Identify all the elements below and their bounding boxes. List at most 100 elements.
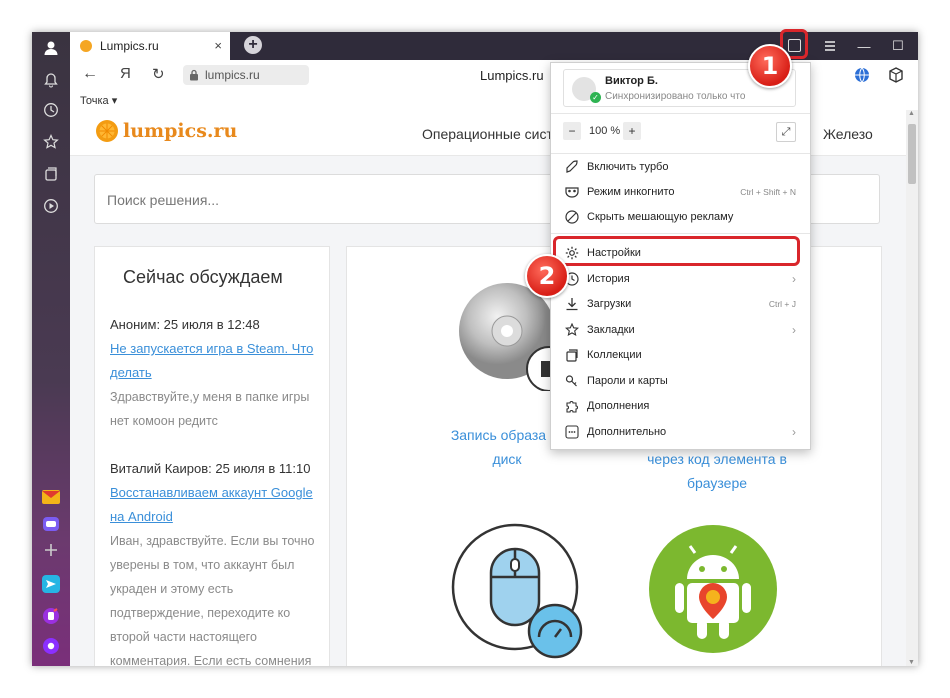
close-window-button[interactable]: ✕	[916, 32, 918, 60]
menu-item-label: Загрузки	[587, 298, 632, 310]
submenu-arrow-icon: ›	[792, 425, 796, 439]
key-icon	[564, 373, 580, 389]
article-link[interactable]: диск	[437, 447, 577, 471]
minimize-button[interactable]: —	[846, 32, 882, 60]
add-panel-icon[interactable]	[41, 540, 61, 560]
menu-item-label: Скрыть мешающую рекламу	[587, 211, 734, 223]
comment-link[interactable]: на Android	[110, 505, 320, 529]
menu-item-block-ads[interactable]: Скрыть мешающую рекламу	[551, 205, 810, 229]
menu-item-incognito[interactable]: Режим инкогнито Ctrl + Shift + N	[551, 180, 810, 204]
menu-item-history[interactable]: История ›	[551, 267, 810, 291]
alice-app-icon[interactable]	[41, 606, 61, 626]
yandex-button[interactable]: Я	[120, 65, 131, 82]
comment-link[interactable]: Не запускается игра в Steam. Что	[110, 337, 320, 361]
profile-icon[interactable]	[41, 38, 61, 58]
notifications-bell-icon[interactable]	[41, 70, 61, 90]
reload-icon[interactable]: ↻	[152, 65, 165, 83]
menu-item-extensions[interactable]: Дополнения	[551, 394, 810, 418]
new-tab-button[interactable]: +	[244, 36, 262, 54]
menu-item-label: Включить турбо	[587, 161, 669, 173]
menu-hamburger-icon[interactable]	[820, 36, 840, 56]
menu-item-label: Дополнительно	[587, 426, 667, 438]
comment-body: второй части настоящего	[110, 630, 257, 644]
incognito-mask-icon	[564, 184, 580, 200]
comment-body: подтверждение, переходите ко	[110, 606, 291, 620]
article-link[interactable]: браузере	[637, 471, 797, 495]
profile-name: Виктор Б.	[605, 75, 658, 87]
article-link[interactable]: через код элемента в	[637, 447, 797, 471]
maximize-button[interactable]: ☐	[880, 32, 916, 60]
comment-body: уверены в том, что аккаунт был	[110, 558, 295, 572]
comment-body: украден и этому есть	[110, 582, 234, 596]
submenu-arrow-icon: ›	[792, 323, 796, 337]
url-text: lumpics.ru	[205, 68, 260, 82]
lock-icon	[189, 69, 199, 81]
tab-close-icon[interactable]: ×	[214, 38, 222, 53]
comment-link[interactable]: делать	[110, 361, 320, 385]
zoom-control: − 100 % + ⤢	[563, 122, 796, 144]
profile-sync-status: Синхронизировано только что	[605, 91, 746, 102]
menu-item-label: Дополнения	[587, 400, 650, 412]
scroll-up-icon[interactable]: ▲	[908, 110, 915, 117]
android-image-icon[interactable]	[647, 523, 779, 660]
menu-item-label: Режим инкогнито	[587, 186, 675, 198]
nav-hardware[interactable]: Железо	[823, 126, 873, 142]
orange-logo-icon	[96, 120, 118, 142]
menu-item-label: История	[587, 273, 630, 285]
tab-lumpics[interactable]: Lumpics.ru ×	[70, 32, 230, 60]
menu-item-shortcut: Ctrl + J	[768, 299, 796, 309]
menu-item-label: Коллекции	[587, 349, 642, 361]
collections-icon[interactable]	[41, 164, 61, 184]
mouse-speed-image-icon[interactable]	[451, 523, 591, 666]
comment-body: комментария. Если есть сомнения	[110, 654, 312, 666]
media-play-icon[interactable]	[41, 196, 61, 216]
menu-item-more[interactable]: Дополнительно ›	[551, 420, 810, 444]
menu-item-label: Пароли и карты	[587, 375, 668, 387]
messenger-icon[interactable]	[41, 514, 61, 534]
scroll-thumb[interactable]	[908, 124, 916, 184]
back-arrow-icon[interactable]: ←	[82, 65, 98, 83]
puzzle-icon	[564, 398, 580, 414]
download-arrow-icon	[564, 296, 580, 312]
menu-item-downloads[interactable]: Загрузки Ctrl + J	[551, 292, 810, 316]
url-field[interactable]: lumpics.ru	[183, 65, 309, 85]
bookmarks-star-icon[interactable]	[41, 132, 61, 152]
menu-item-collections[interactable]: Коллекции	[551, 343, 810, 367]
comment-author: Виталий Каиров: 25 июля в 11:10	[110, 461, 311, 476]
mail-icon[interactable]	[41, 487, 61, 507]
block-icon	[564, 209, 580, 225]
send-app-icon[interactable]	[41, 574, 61, 594]
globe-icon[interactable]	[854, 67, 870, 88]
discussion-panel: Сейчас обсуждаем Аноним: 25 июля в 12:48…	[94, 246, 330, 666]
zoom-value: 100 %	[589, 125, 621, 137]
orange-favicon-icon	[80, 40, 92, 52]
bookmark-tochka[interactable]: Точка ▾	[80, 94, 117, 107]
menu-divider	[551, 113, 810, 114]
page-scrollbar[interactable]: ▲ ▼	[906, 110, 918, 666]
menu-divider	[551, 233, 810, 234]
menu-item-bookmarks[interactable]: Закладки ›	[551, 318, 810, 342]
menu-divider	[551, 153, 810, 154]
comment-body: нет комоон редитс	[110, 414, 218, 428]
menu-item-turbo[interactable]: Включить турбо	[551, 155, 810, 179]
submenu-arrow-icon: ›	[792, 272, 796, 286]
star-icon	[564, 322, 580, 338]
comment-link[interactable]: Восстанавливаем аккаунт Google	[110, 481, 320, 505]
history-clock-icon[interactable]	[41, 100, 61, 120]
zoom-out-button[interactable]: −	[563, 122, 581, 140]
assistant-app-icon[interactable]	[41, 636, 61, 656]
discussion-title: Сейчас обсуждаем	[123, 267, 283, 287]
extension-cube-icon[interactable]	[888, 67, 904, 88]
comment-body: Здравствуйте,у меня в папке игры	[110, 390, 310, 404]
scroll-down-icon[interactable]: ▼	[908, 659, 915, 666]
fullscreen-icon[interactable]: ⤢	[776, 122, 796, 142]
collections-icon	[564, 347, 580, 363]
nav-operating-systems[interactable]: Операционные сист	[422, 126, 553, 142]
site-logo[interactable]: lumpics.ru	[96, 120, 237, 142]
comment-body: Иван, здравствуйте. Если вы точно	[110, 534, 315, 548]
menu-item-passwords[interactable]: Пароли и карты	[551, 369, 810, 393]
sync-check-icon: ✓	[590, 92, 601, 103]
zoom-in-button[interactable]: +	[623, 122, 641, 140]
step-badge-1: 1	[748, 44, 792, 88]
more-dots-icon	[564, 424, 580, 440]
